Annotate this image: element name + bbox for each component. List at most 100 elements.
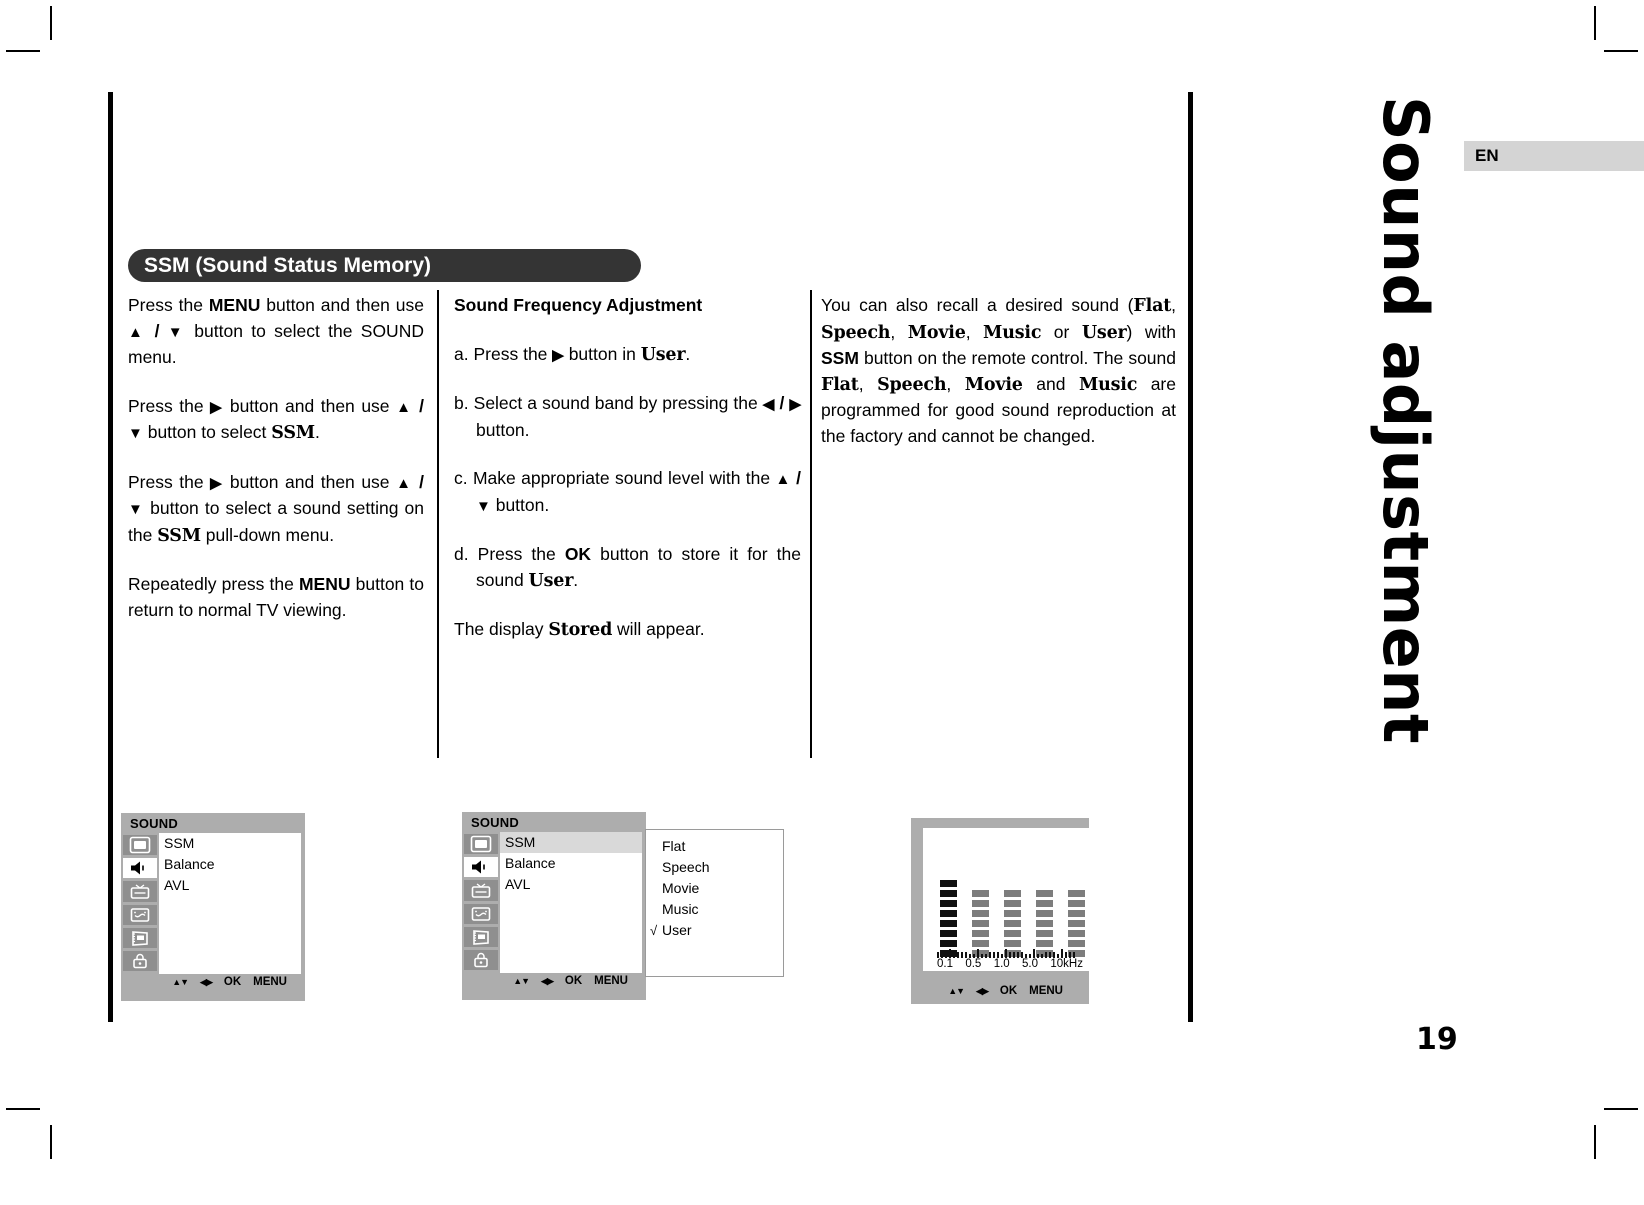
text: button and then use — [223, 471, 397, 492]
eq-ruler-tick — [949, 949, 951, 958]
eq-band-4[interactable] — [1068, 880, 1085, 957]
osd2-item-avl[interactable]: AVL — [500, 874, 642, 895]
menu-label[interactable]: MENU — [1029, 985, 1063, 997]
osd1-item-list: SSM Balance AVL — [159, 833, 301, 974]
updown-arrows-icon: ▲▼ — [948, 986, 965, 996]
eq-seg — [940, 940, 957, 947]
text: , — [890, 321, 908, 342]
osd2-item-balance[interactable]: Balance — [500, 853, 642, 874]
text: Select a sound band by pressing the — [473, 393, 763, 413]
manual-page: Sound adjustment EN 19 SSM (Sound Status… — [0, 0, 1644, 1205]
text: / — [412, 395, 424, 416]
sound-icon[interactable] — [123, 858, 157, 879]
menu-label[interactable]: MENU — [594, 975, 628, 987]
up-arrow-icon: ▲ — [396, 398, 413, 416]
crop-mark-tr-h — [1604, 50, 1638, 52]
submenu-item-flat[interactable]: Flat — [646, 836, 783, 857]
submenu-item-music[interactable]: Music — [646, 899, 783, 920]
text: , — [946, 373, 965, 394]
step-d: d. Press the OK button to store it for t… — [454, 542, 801, 594]
time-icon[interactable] — [464, 903, 498, 924]
station-icon[interactable] — [464, 880, 498, 901]
osd2-item-ssm[interactable]: SSM — [500, 832, 642, 853]
picture-icon[interactable] — [464, 834, 498, 855]
down-arrow-icon: ▼ — [128, 425, 143, 442]
text: / — [774, 393, 790, 413]
text: You can also recall a desired sound ( — [821, 295, 1134, 315]
osd-sound-menu-1: SOUND SSM Balance AVL ▲▼ ◀▶ OK MENU — [121, 813, 305, 1001]
submenu-item-speech[interactable]: Speech — [646, 857, 783, 878]
osd-equalizer: 0.1 0.5 1.0 5.0 10kHz ▲▼ ◀▶ OK MENU — [911, 818, 1089, 1004]
down-arrow-icon: ▼ — [167, 323, 187, 341]
special-icon[interactable] — [464, 926, 498, 947]
column-divider-1 — [437, 290, 439, 758]
eq-seg — [940, 910, 957, 917]
updown-arrows-icon: ▲▼ — [513, 976, 530, 986]
ssm-ref: SSM — [271, 423, 315, 443]
eq-band-1[interactable] — [972, 880, 989, 957]
step-b: b. Select a sound band by pressing the ◀… — [454, 391, 801, 443]
submenu-item-movie[interactable]: Movie — [646, 878, 783, 899]
sound-frequency-heading: Sound Frequency Adjustment — [454, 293, 801, 319]
eq-seg — [972, 940, 989, 947]
text: Press the — [477, 544, 565, 564]
text: Press the — [128, 295, 209, 315]
osd1-item-avl[interactable]: AVL — [159, 875, 301, 896]
text: pull-down menu. — [200, 524, 335, 545]
heading-text: Sound Frequency Adjustment — [454, 295, 703, 315]
eq-seg — [1036, 890, 1053, 897]
eq-seg — [1004, 890, 1021, 897]
paragraph-return: Repeatedly press the MENU button to retu… — [128, 572, 424, 623]
step-a: a. Press the ▶ button in User. — [454, 342, 801, 369]
freq-label-4: 10kHz — [1050, 958, 1083, 970]
eq-seg — [1068, 910, 1085, 917]
lock-icon[interactable] — [123, 950, 157, 972]
eq-band-2[interactable] — [1004, 880, 1021, 957]
flat-ref: Flat — [1133, 296, 1172, 316]
text: . — [685, 343, 691, 364]
equalizer-ruler — [937, 947, 1077, 958]
eq-band-3[interactable] — [1036, 880, 1053, 957]
station-icon[interactable] — [123, 881, 157, 902]
eq-ruler-tick — [1061, 949, 1063, 958]
up-arrow-icon: ▲ — [775, 471, 791, 488]
eq-seg — [1004, 910, 1021, 917]
ok-label[interactable]: OK — [224, 976, 241, 988]
text: button. — [490, 494, 550, 515]
eq-seg — [1036, 940, 1053, 947]
special-icon[interactable] — [123, 927, 157, 948]
eq-seg — [1068, 920, 1085, 927]
eq-seg — [1004, 940, 1021, 947]
menu-label[interactable]: MENU — [253, 976, 287, 988]
right-arrow-icon: ▶ — [789, 396, 801, 413]
eq-seg — [1068, 940, 1085, 947]
eq-band-0[interactable] — [940, 880, 957, 957]
equalizer-bars — [940, 880, 1085, 957]
picture-icon[interactable] — [123, 835, 157, 856]
lock-icon[interactable] — [464, 949, 498, 971]
ok-label[interactable]: OK — [1000, 985, 1017, 997]
flat-ref: Flat — [821, 374, 859, 395]
stored-note: The display Stored will appear. — [454, 617, 801, 644]
right-arrow-icon: ▶ — [210, 474, 224, 492]
right-arrow-icon: ▶ — [552, 346, 564, 364]
osd1-item-ssm[interactable]: SSM — [159, 833, 301, 854]
eq-seg — [1068, 900, 1085, 907]
page-number: 19 — [1416, 1022, 1458, 1057]
eq-seg — [1004, 920, 1021, 927]
text: Press the — [473, 343, 553, 364]
instructions-column-2: Sound Frequency Adjustment a. Press the … — [454, 293, 801, 644]
crop-mark-bl-v — [50, 1125, 52, 1159]
osd1-item-balance[interactable]: Balance — [159, 854, 301, 875]
ok-label[interactable]: OK — [565, 975, 582, 987]
time-icon[interactable] — [123, 904, 157, 925]
text: button. — [476, 419, 530, 440]
osd2-body: SSM Balance AVL — [462, 832, 646, 973]
freq-label-0: 0.1 — [937, 958, 953, 970]
submenu-item-user[interactable]: √ User — [646, 920, 783, 941]
eq-ruler-tick — [977, 949, 979, 958]
text: . — [314, 422, 320, 442]
instructions-column-1: Press the MENU button and then use ▲ / ▼… — [128, 293, 424, 623]
text: or — [1041, 321, 1082, 342]
sound-icon[interactable] — [464, 857, 498, 878]
